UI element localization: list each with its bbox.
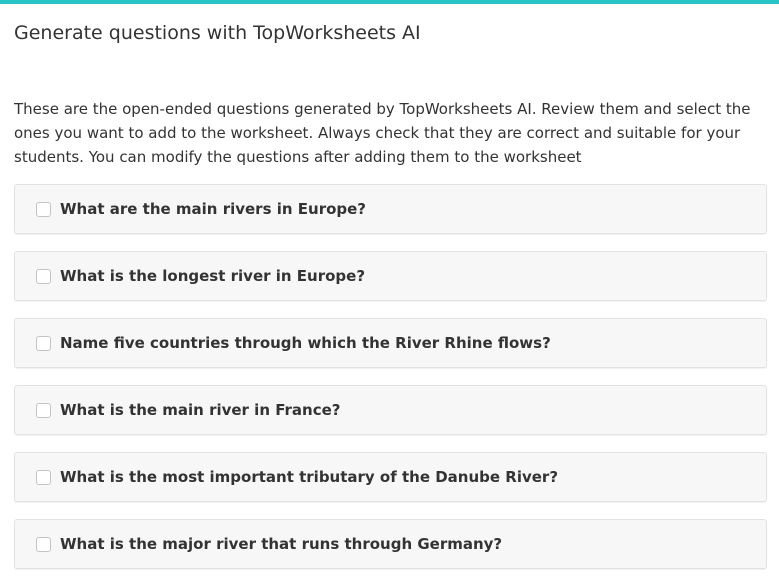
modal-title: Generate questions with TopWorksheets AI [14,22,421,44]
question-item[interactable]: What is the most important tributary of … [14,452,767,502]
question-text: What is the longest river in Europe? [60,267,366,285]
question-text: What is the major river that runs throug… [60,535,503,553]
accent-top-bar [0,0,779,4]
question-text: Name five countries through which the Ri… [60,334,551,352]
question-checkbox[interactable] [36,201,51,217]
question-item[interactable]: What is the longest river in Europe? [14,251,767,301]
modal-description: These are the open-ended questions gener… [14,100,751,166]
question-item[interactable]: What is the main river in France? [14,385,767,435]
question-checkbox[interactable] [36,402,51,418]
question-text: What is the most important tributary of … [60,468,559,486]
question-checkbox[interactable] [36,536,51,552]
question-item[interactable]: What are the main rivers in Europe? [14,184,767,234]
question-list: What are the main rivers in Europe? What… [14,184,767,586]
question-checkbox[interactable] [36,335,51,351]
question-checkbox[interactable] [36,268,51,284]
question-item[interactable]: Name five countries through which the Ri… [14,318,767,368]
question-text: What is the main river in France? [60,401,341,419]
question-item[interactable]: What is the major river that runs throug… [14,519,767,569]
question-checkbox[interactable] [36,469,51,485]
question-text: What are the main rivers in Europe? [60,200,367,218]
